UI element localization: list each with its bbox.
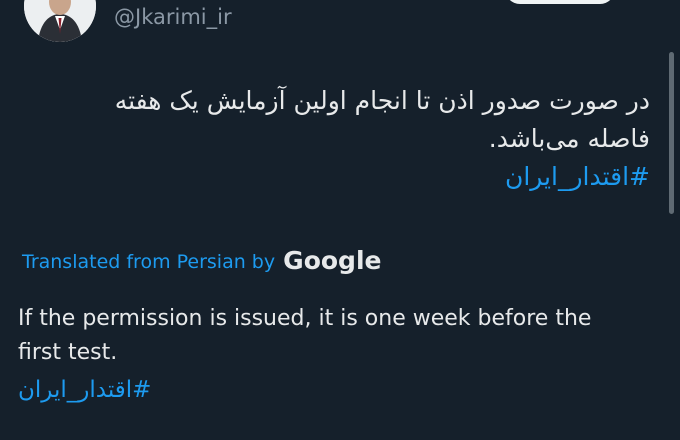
translation-label: Translated from Persian by (22, 251, 276, 273)
translated-text: If the permission is issued, it is one w… (18, 302, 658, 370)
user-handle[interactable]: @Jkarimi_ir (114, 2, 232, 32)
scrollbar[interactable] (669, 52, 674, 214)
hashtag-link[interactable]: #اقتدار_ایران (50, 158, 650, 196)
translated-hashtag-link[interactable]: #اقتدار_ایران (18, 374, 151, 406)
profile-photo-icon (24, 0, 96, 42)
translated-text-line-2: first test. (18, 340, 118, 365)
translated-text-line-1: If the permission is issued, it is one w… (18, 306, 592, 331)
tweet-text: در صورت صدور اذن تا انجام اولین آزمایش ی… (50, 82, 650, 196)
translation-attribution[interactable]: Translated from Persian by Google (22, 245, 381, 278)
tweet-text-line-2: فاصله می‌باشد. (488, 124, 650, 153)
avatar[interactable] (24, 0, 96, 42)
google-logo: Google (283, 246, 382, 275)
tweet-text-line-1: در صورت صدور اذن تا انجام اولین آزمایش ی… (114, 86, 650, 115)
follow-button[interactable] (505, 0, 615, 4)
tweet-view: @Jkarimi_ir در صورت صدور اذن تا انجام او… (0, 0, 680, 440)
